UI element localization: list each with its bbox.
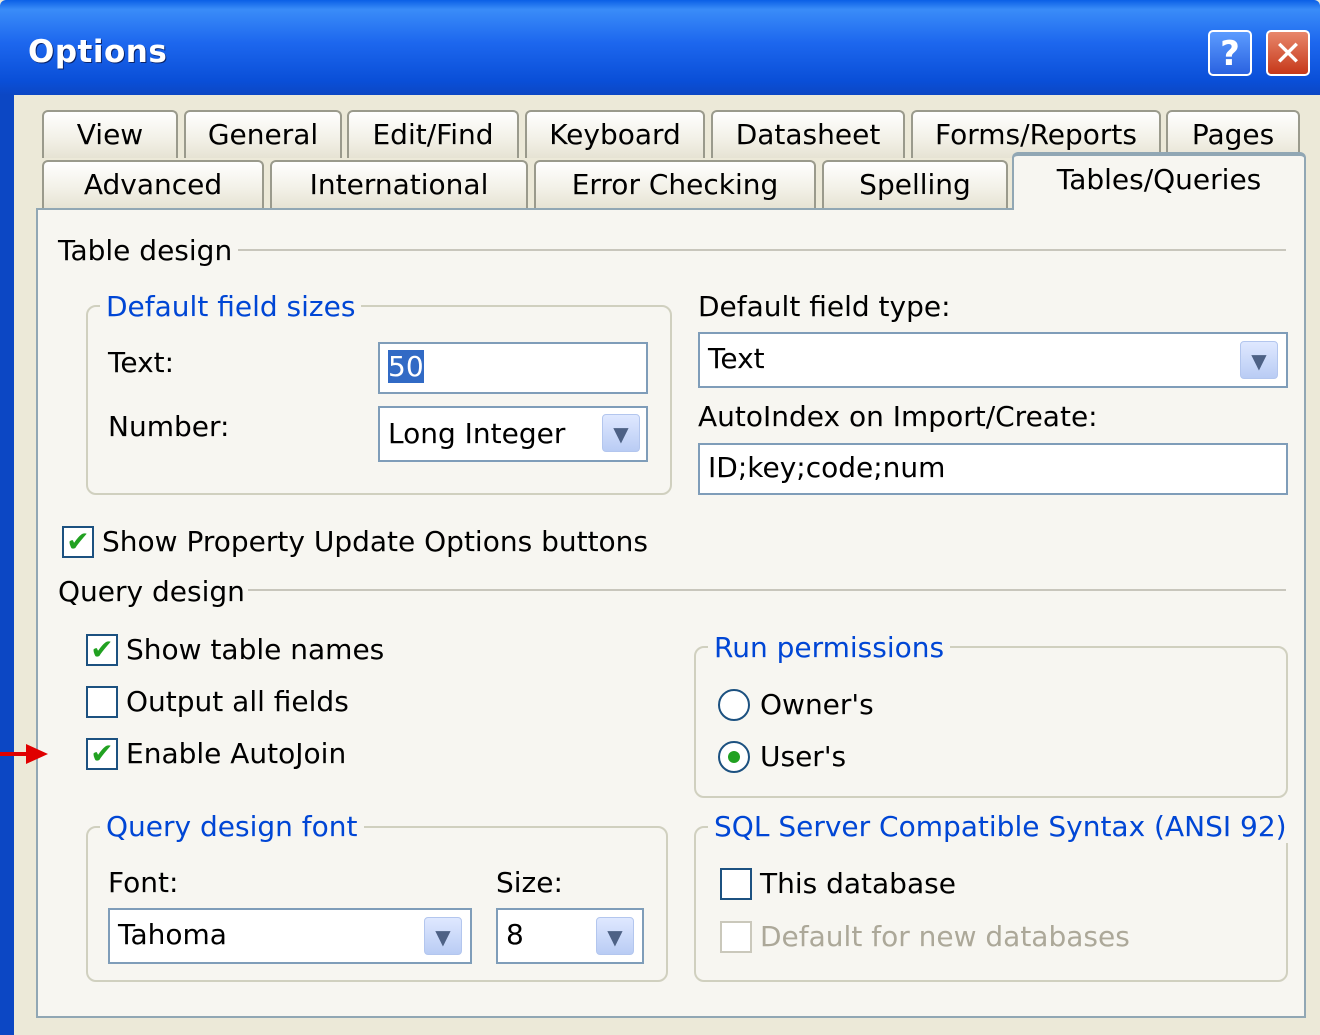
default-field-type-value: Text xyxy=(708,342,765,375)
this-database-label: This database xyxy=(760,867,956,900)
tab-tables-queries[interactable]: Tables/Queries xyxy=(1012,152,1306,210)
default-field-type-label: Default field type: xyxy=(698,290,951,323)
show-property-update-checkbox[interactable]: ✔ xyxy=(62,526,94,558)
size-value: 8 xyxy=(506,918,524,951)
annotation-arrow-shaft xyxy=(0,752,26,756)
query-design-font-legend: Query design font xyxy=(100,810,364,843)
tab-keyboard[interactable]: Keyboard xyxy=(525,110,705,158)
text-size-label: Text: xyxy=(108,346,175,379)
chevron-down-icon[interactable]: ▼ xyxy=(596,917,634,955)
users-radio[interactable] xyxy=(718,741,750,773)
close-button[interactable]: ✕ xyxy=(1266,30,1310,76)
chevron-down-icon[interactable]: ▼ xyxy=(424,917,462,955)
tab-spelling[interactable]: Spelling xyxy=(822,160,1008,208)
text-size-value: 50 xyxy=(388,350,424,383)
enable-autojoin-checkbox[interactable]: ✔ xyxy=(86,738,118,770)
chevron-down-icon[interactable]: ▼ xyxy=(602,414,640,452)
size-label: Size: xyxy=(496,866,563,899)
help-button[interactable]: ? xyxy=(1208,30,1252,76)
tab-advanced[interactable]: Advanced xyxy=(42,160,264,208)
autoindex-value: ID;key;code;num xyxy=(708,451,946,484)
number-size-select[interactable]: Long Integer ▼ xyxy=(378,406,648,462)
run-permissions-legend: Run permissions xyxy=(708,631,951,664)
font-value: Tahoma xyxy=(118,918,227,951)
default-new-databases-checkbox xyxy=(720,921,752,953)
default-field-sizes-group xyxy=(86,305,672,495)
default-field-type-select[interactable]: Text ▼ xyxy=(698,332,1288,388)
default-field-sizes-legend: Default field sizes xyxy=(100,290,362,323)
run-permissions-group xyxy=(694,646,1288,798)
annotation-arrow-icon xyxy=(26,744,48,764)
sql-syntax-legend: SQL Server Compatible Syntax (ANSI 92) xyxy=(708,810,1293,843)
text-size-input[interactable]: 50 xyxy=(378,342,648,394)
show-table-names-checkbox[interactable]: ✔ xyxy=(86,634,118,666)
tab-error-checking[interactable]: Error Checking xyxy=(534,160,816,208)
output-all-fields-label: Output all fields xyxy=(126,685,349,718)
dialog-title: Options xyxy=(28,34,168,70)
window-frame xyxy=(0,95,14,1035)
options-dialog: Options ? ✕ View General Edit/Find Keybo… xyxy=(0,0,1320,1035)
output-all-fields-checkbox[interactable] xyxy=(86,686,118,718)
sql-syntax-group xyxy=(694,826,1288,982)
tab-international[interactable]: International xyxy=(270,160,528,208)
table-design-heading: Table design xyxy=(58,234,233,267)
tab-view[interactable]: View xyxy=(42,110,178,158)
query-design-heading: Query design xyxy=(58,575,245,608)
tab-forms-reports[interactable]: Forms/Reports xyxy=(911,110,1161,158)
tab-general[interactable]: General xyxy=(184,110,342,158)
show-property-update-label: Show Property Update Options buttons xyxy=(102,525,649,558)
font-select[interactable]: Tahoma ▼ xyxy=(108,908,472,964)
title-bar[interactable]: Options ? ✕ xyxy=(0,0,1320,95)
number-size-label: Number: xyxy=(108,410,230,443)
section-divider xyxy=(248,589,1286,591)
users-radio-label: User's xyxy=(760,740,847,773)
tab-edit-find[interactable]: Edit/Find xyxy=(347,110,519,158)
tab-pages[interactable]: Pages xyxy=(1166,110,1300,158)
radio-selected-dot xyxy=(728,751,740,763)
default-new-databases-label: Default for new databases xyxy=(760,920,1130,953)
font-label: Font: xyxy=(108,866,179,899)
autoindex-input[interactable]: ID;key;code;num xyxy=(698,443,1288,495)
number-size-value: Long Integer xyxy=(388,417,566,450)
tab-datasheet[interactable]: Datasheet xyxy=(711,110,905,158)
owners-radio[interactable] xyxy=(718,689,750,721)
this-database-checkbox[interactable] xyxy=(720,868,752,900)
autoindex-label: AutoIndex on Import/Create: xyxy=(698,400,1098,433)
owners-radio-label: Owner's xyxy=(760,688,874,721)
size-select[interactable]: 8 ▼ xyxy=(496,908,644,964)
chevron-down-icon[interactable]: ▼ xyxy=(1240,341,1278,379)
section-divider xyxy=(238,249,1286,251)
enable-autojoin-label: Enable AutoJoin xyxy=(126,737,347,770)
show-table-names-label: Show table names xyxy=(126,633,385,666)
